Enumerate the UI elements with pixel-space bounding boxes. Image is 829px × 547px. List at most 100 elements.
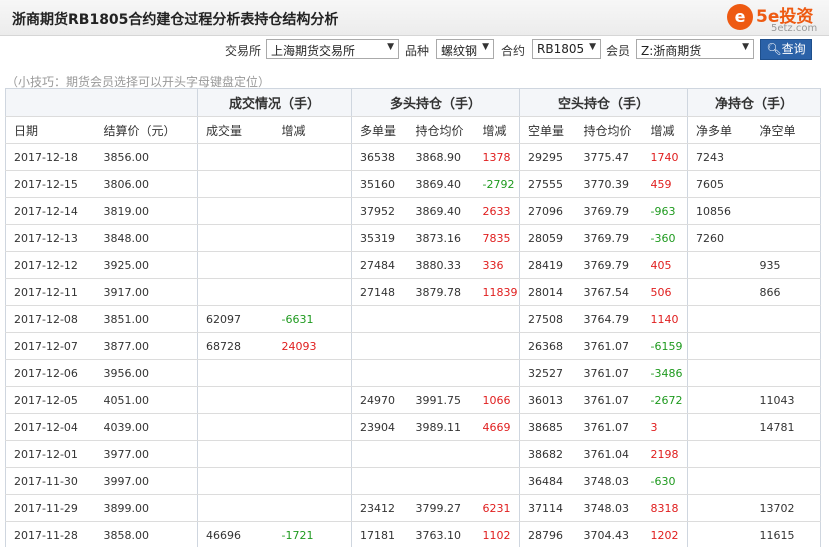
- table-cell: 3761.07: [575, 332, 643, 360]
- table-cell: 2017-12-08: [5, 305, 96, 333]
- table-cell: 35319: [351, 224, 408, 252]
- table-cell: 3799.27: [407, 494, 475, 522]
- table-cell: 2017-12-07: [5, 332, 96, 360]
- table-cell: [273, 467, 353, 495]
- table-cell: [351, 359, 408, 387]
- table-cell: 37952: [351, 197, 408, 225]
- group-header-volume: 成交情况（手）: [197, 88, 353, 117]
- table-cell: [273, 440, 353, 468]
- table-cell: 3848.00: [95, 224, 198, 252]
- table-cell: [197, 359, 274, 387]
- table-cell: [197, 467, 274, 495]
- contract-select-value: RB1805: [537, 42, 585, 56]
- exchange-select[interactable]: 上海期货交易所 ▼: [266, 39, 399, 59]
- table-cell: 4039.00: [95, 413, 198, 441]
- table-cell: 2017-12-11: [5, 278, 96, 306]
- table-cell: 3869.40: [407, 197, 475, 225]
- table-cell: 3767.54: [575, 278, 643, 306]
- table-cell: 3877.00: [95, 332, 198, 360]
- table-cell: [273, 413, 353, 441]
- chevron-down-icon: ▼: [742, 42, 749, 52]
- table-cell: -630: [642, 467, 689, 495]
- group-header-short: 空头持仓（手）: [519, 88, 689, 117]
- site-logo[interactable]: e 5e投资 5etz.com: [727, 4, 827, 34]
- exchange-select-value: 上海期货交易所: [271, 44, 356, 58]
- logo-mark-icon: e: [727, 4, 753, 30]
- table-cell: [273, 386, 353, 414]
- table-cell: 2017-11-30: [5, 467, 96, 495]
- table-cell: 3764.79: [575, 305, 643, 333]
- table-cell: 6231: [474, 494, 521, 522]
- table-cell: -1721: [273, 521, 353, 547]
- table-cell: [407, 332, 475, 360]
- table-cell: 2017-11-28: [5, 521, 96, 547]
- table-cell: 1202: [642, 521, 689, 547]
- table-cell: 3917.00: [95, 278, 198, 306]
- table-cell: 24093: [273, 332, 353, 360]
- table-cell: [273, 278, 353, 306]
- table-cell: 11043: [751, 386, 822, 414]
- filter-bar: 交易所 上海期货交易所 ▼ 品种 螺纹钢 ▼ 合约 RB1805 ▼ 会员 Z:…: [0, 39, 829, 61]
- table-row: 2017-11-28 3858.00 46696 -1721 17181 3763.10 1…: [5, 521, 822, 547]
- column-header: 空单量: [519, 116, 576, 144]
- table-cell: [197, 413, 274, 441]
- table-cell: 26368: [519, 332, 576, 360]
- table-cell: 506: [642, 278, 689, 306]
- contract-label: 合约: [501, 44, 526, 58]
- table-cell: 17181: [351, 521, 408, 547]
- variety-select[interactable]: 螺纹钢 ▼: [436, 39, 494, 59]
- chevron-down-icon: ▼: [589, 42, 596, 52]
- variety-label: 品种: [405, 44, 430, 58]
- position-table: 成交情况（手） 多头持仓（手） 空头持仓（手） 净持仓（手） 日期 结算价（元）成…: [5, 88, 822, 547]
- table-cell: [751, 332, 822, 360]
- table-cell: 336: [474, 251, 521, 279]
- group-header-long: 多头持仓（手）: [351, 88, 521, 117]
- table-cell: 3769.79: [575, 224, 643, 252]
- table-cell: 3761.07: [575, 413, 643, 441]
- table-cell: 3880.33: [407, 251, 475, 279]
- logo-domain: 5etz.com: [771, 23, 818, 34]
- table-cell: [687, 521, 752, 547]
- search-button[interactable]: 🔍︎查询: [760, 39, 812, 60]
- table-cell: 2017-12-01: [5, 440, 96, 468]
- table-cell: 28796: [519, 521, 576, 547]
- table-cell: -3486: [642, 359, 689, 387]
- member-select-value: Z:浙商期货: [641, 44, 702, 58]
- table-cell: [273, 251, 353, 279]
- table-cell: 3977.00: [95, 440, 198, 468]
- column-header: 多单量: [351, 116, 408, 144]
- page-title: 浙商期货RB1805合约建仓过程分析表持仓结构分析: [12, 12, 339, 28]
- table-cell: 14781: [751, 413, 822, 441]
- member-select[interactable]: Z:浙商期货 ▼: [636, 39, 754, 59]
- table-cell: [273, 143, 353, 171]
- table-cell: 3704.43: [575, 521, 643, 547]
- column-header: 持仓均价: [575, 116, 643, 144]
- table-cell: 3856.00: [95, 143, 198, 171]
- table-cell: [273, 359, 353, 387]
- table-cell: [351, 332, 408, 360]
- table-cell: -2792: [474, 170, 521, 198]
- table-cell: 36538: [351, 143, 408, 171]
- table-cell: 3770.39: [575, 170, 643, 198]
- table-cell: [751, 467, 822, 495]
- table-cell: [687, 251, 752, 279]
- table-cell: [751, 170, 822, 198]
- table-cell: [687, 305, 752, 333]
- table-cell: 62097: [197, 305, 274, 333]
- table-row: 2017-12-18 3856.00 36538 3868.90 1378 29295 37…: [5, 143, 822, 171]
- table-cell: 46696: [197, 521, 274, 547]
- variety-select-value: 螺纹钢: [441, 44, 478, 58]
- table-cell: [474, 359, 521, 387]
- table-cell: 38682: [519, 440, 576, 468]
- table-cell: [197, 278, 274, 306]
- column-header: 净空单: [751, 116, 822, 144]
- contract-select[interactable]: RB1805 ▼: [532, 39, 601, 59]
- table-cell: 11615: [751, 521, 822, 547]
- table-cell: 405: [642, 251, 689, 279]
- table-row: 2017-12-14 3819.00 37952 3869.40 2633 27096 37…: [5, 197, 822, 225]
- search-icon: 🔍︎: [766, 42, 782, 56]
- table-cell: 3956.00: [95, 359, 198, 387]
- table-cell: [687, 467, 752, 495]
- table-cell: 3899.00: [95, 494, 198, 522]
- table-cell: 2017-12-15: [5, 170, 96, 198]
